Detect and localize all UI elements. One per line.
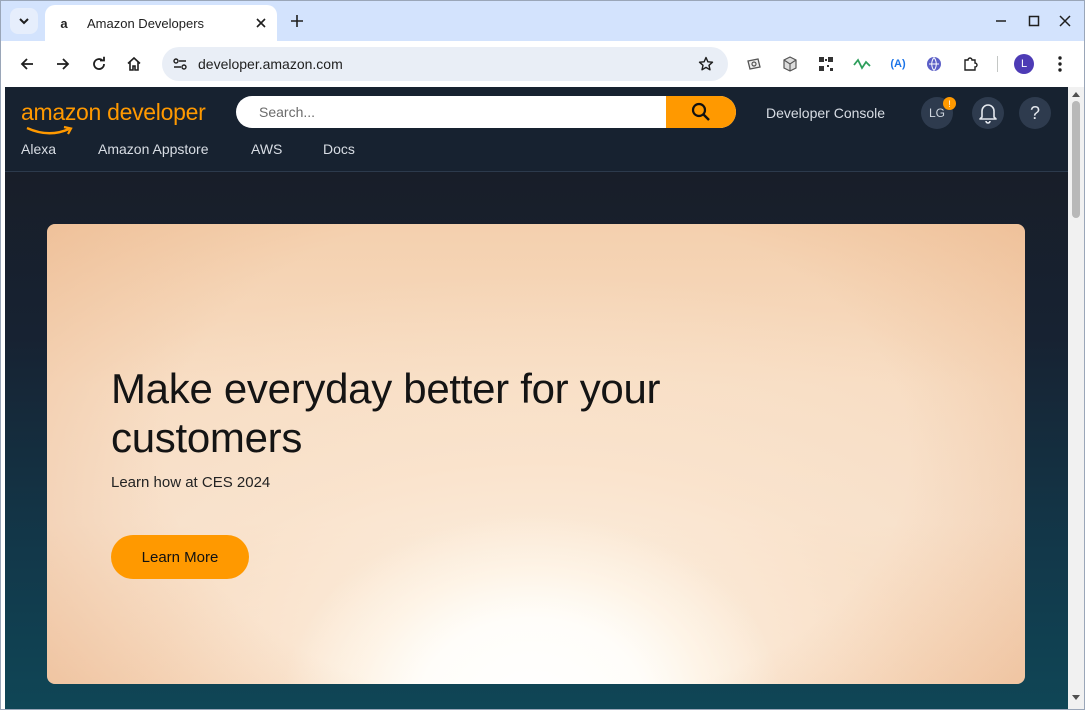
plus-icon (291, 15, 303, 27)
hero-banner: Make everyday better for your customers … (47, 224, 1025, 684)
notifications-button[interactable] (972, 97, 1004, 129)
wave-extension-icon[interactable] (852, 54, 872, 74)
more-vertical-icon (1058, 56, 1062, 72)
address-bar[interactable]: developer.amazon.com (162, 47, 728, 81)
reload-icon (93, 56, 105, 70)
nav-item-alexa[interactable]: Alexa (21, 141, 56, 157)
amazon-smile-icon (26, 125, 73, 135)
amazon-favicon-icon: a (60, 15, 68, 31)
maximize-icon (1028, 15, 1040, 27)
site-header: amazon developer Developer Console LG ! … (5, 87, 1068, 172)
browser-toolbar: developer.amazon.com (A) L (1, 41, 1084, 87)
nav-item-amazon-appstore[interactable]: Amazon Appstore (98, 141, 209, 157)
search-button[interactable] (666, 96, 736, 128)
logo-text: amazon developer (21, 99, 206, 125)
puzzle-icon[interactable] (960, 54, 980, 74)
url-text[interactable]: developer.amazon.com (198, 56, 343, 72)
new-tab-button[interactable] (287, 11, 307, 31)
search-icon (691, 102, 710, 121)
minimize-button[interactable] (991, 11, 1011, 31)
site-info-icon[interactable] (170, 54, 190, 74)
close-icon (1059, 15, 1071, 27)
home-icon (127, 56, 141, 71)
maximize-button[interactable] (1024, 11, 1044, 31)
site-search (236, 96, 736, 128)
close-tab-icon[interactable] (253, 15, 269, 31)
close-window-button[interactable] (1055, 11, 1075, 31)
forward-button[interactable] (51, 52, 75, 76)
page-scrollbar[interactable] (1068, 87, 1084, 709)
a-extension-icon[interactable]: (A) (888, 54, 908, 74)
help-button[interactable]: ? (1019, 97, 1051, 129)
hero-subtitle: Learn how at CES 2024 (111, 474, 271, 491)
bookmark-star-icon[interactable] (696, 54, 716, 74)
hero-title: Make everyday better for your customers (111, 365, 661, 461)
chevron-down-icon (19, 18, 29, 25)
camera-extension-icon[interactable] (744, 54, 764, 74)
nav-item-docs[interactable]: Docs (323, 141, 355, 157)
tab-search-button[interactable] (10, 8, 38, 34)
tab-strip: a Amazon Developers (1, 1, 1084, 41)
arrow-left-icon (20, 58, 33, 70)
reload-button[interactable] (87, 52, 111, 76)
tab-amazon-developers[interactable]: a Amazon Developers (45, 5, 277, 41)
developer-console-link[interactable]: Developer Console (766, 105, 885, 121)
tab-title: Amazon Developers (87, 15, 205, 31)
scrollbar-thumb[interactable] (1072, 101, 1080, 218)
profile-avatar[interactable]: L (1014, 54, 1034, 74)
qr-extension-icon[interactable] (816, 54, 836, 74)
bell-icon (979, 104, 997, 124)
home-button[interactable] (122, 52, 146, 76)
scroll-down-icon[interactable] (1072, 695, 1080, 701)
notification-badge: ! (943, 97, 956, 110)
back-button[interactable] (15, 52, 39, 76)
toolbar-separator (997, 56, 998, 72)
globe-extension-icon[interactable] (924, 54, 944, 74)
amazon-developer-logo[interactable]: amazon developer (21, 99, 211, 135)
browser-menu-button[interactable] (1050, 54, 1070, 74)
web-page: amazon developer Developer Console LG ! … (5, 87, 1068, 709)
minimize-icon (996, 20, 1006, 22)
scroll-up-icon[interactable] (1072, 91, 1080, 97)
learn-more-button[interactable]: Learn More (111, 535, 249, 579)
cube-extension-icon[interactable] (780, 54, 800, 74)
nav-item-aws[interactable]: AWS (251, 141, 282, 157)
browser-window: a Amazon Developers developer.amazon.com… (0, 0, 1085, 710)
arrow-right-icon (57, 58, 70, 70)
search-input[interactable] (236, 96, 666, 128)
